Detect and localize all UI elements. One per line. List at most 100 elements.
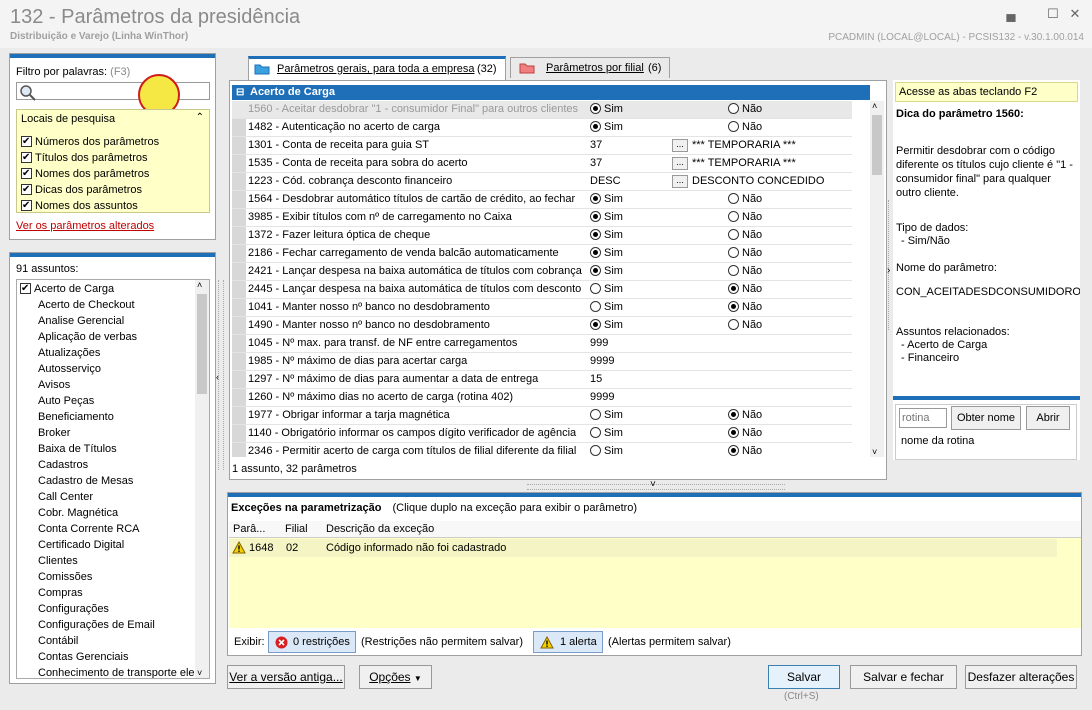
subject-item[interactable]: Autosserviço <box>17 361 195 377</box>
subject-item[interactable]: Compras <box>17 585 195 601</box>
param-row[interactable]: 1223 - Cód. cobrança desconto financeiro… <box>232 173 852 191</box>
radio-sim[interactable]: Sim <box>590 209 670 226</box>
splitter-down-icon[interactable]: ˅ <box>650 479 656 490</box>
close-icon[interactable]: ✕ <box>1066 6 1084 22</box>
subject-item[interactable]: Configurações <box>17 601 195 617</box>
param-row[interactable]: 2186 - Fechar carregamento de venda balc… <box>232 245 852 263</box>
location-option[interactable]: Dicas dos parâmetros <box>21 182 159 198</box>
subject-item[interactable]: Cadastros <box>17 457 195 473</box>
location-option[interactable]: Títulos dos parâmetros <box>21 150 159 166</box>
radio-sim[interactable]: Sim <box>590 407 670 424</box>
collapse-group-icon[interactable]: ⊟ <box>236 85 244 100</box>
subjects-scrollbar[interactable]: ˄ ˅ <box>195 280 209 678</box>
param-row[interactable]: 1297 - Nº máximo de dias para aumentar a… <box>232 371 852 389</box>
param-value[interactable]: 37 <box>590 155 670 172</box>
param-value[interactable]: DESC <box>590 173 670 190</box>
radio-nao[interactable]: Não <box>728 227 848 244</box>
subject-item[interactable]: Conta Corrente RCA <box>17 521 195 537</box>
subject-item[interactable]: Atualizações <box>17 345 195 361</box>
radio-nao[interactable]: Não <box>728 119 848 136</box>
location-option[interactable]: Nomes dos parâmetros <box>21 166 159 182</box>
changed-params-link[interactable]: Ver os parâmetros alterados <box>16 220 154 232</box>
param-row[interactable]: 1490 - Manter nosso nº banco no desdobra… <box>232 317 852 335</box>
subject-item[interactable]: Baixa de Títulos <box>17 441 195 457</box>
search-input[interactable] <box>16 82 210 101</box>
param-row[interactable]: 1041 - Manter nosso nº banco no desdobra… <box>232 299 852 317</box>
lookup-button[interactable]: ... <box>672 157 688 170</box>
subject-item[interactable]: Conhecimento de transporte ele <box>17 665 195 678</box>
param-value[interactable]: 15 <box>590 371 670 388</box>
radio-sim[interactable]: Sim <box>590 317 670 334</box>
param-row[interactable]: 1372 - Fazer leitura óptica de cheque Sim… <box>232 227 852 245</box>
save-close-button[interactable]: Salvar e fechar <box>850 665 957 689</box>
param-row[interactable]: 1140 - Obrigatório informar os campos dí… <box>232 425 852 443</box>
param-row[interactable]: 1260 - Nº máximo dias no acerto de carga… <box>232 389 852 407</box>
radio-sim[interactable]: Sim <box>590 119 670 136</box>
radio-sim[interactable]: Sim <box>590 191 670 208</box>
subject-item[interactable]: Acerto de Checkout <box>17 297 195 313</box>
tab-general[interactable]: Parâmetros gerais, para toda a empresa (… <box>248 56 506 80</box>
subject-item[interactable]: Beneficiamento <box>17 409 195 425</box>
maximize-icon[interactable]: ☐ <box>1044 6 1062 22</box>
radio-sim[interactable]: Sim <box>590 227 670 244</box>
param-row[interactable]: 3985 - Exibir títulos com nº de carregam… <box>232 209 852 227</box>
subject-item[interactable]: Cadastro de Mesas <box>17 473 195 489</box>
radio-nao[interactable]: Não <box>728 245 848 262</box>
subject-item[interactable]: Avisos <box>17 377 195 393</box>
subject-item[interactable]: Certificado Digital <box>17 537 195 553</box>
radio-nao[interactable]: Não <box>728 443 848 457</box>
radio-nao[interactable]: Não <box>728 191 848 208</box>
radio-sim[interactable]: Sim <box>590 443 670 457</box>
subject-item[interactable]: Cobr. Magnética <box>17 505 195 521</box>
restrictions-toggle[interactable]: 0 restrições <box>268 631 356 653</box>
radio-nao[interactable]: Não <box>728 209 848 226</box>
lookup-button[interactable]: ... <box>672 175 688 188</box>
radio-sim[interactable]: Sim <box>590 263 670 280</box>
param-row[interactable]: 1977 - Obrigar informar a tarja magnétic… <box>232 407 852 425</box>
param-row[interactable]: 1564 - Desdobrar automático títulos de c… <box>232 191 852 209</box>
obter-nome-button[interactable]: Obter nome <box>951 406 1021 430</box>
splitter-arrow-icon[interactable]: ‹ <box>216 372 219 382</box>
subject-item[interactable]: Clientes <box>17 553 195 569</box>
right-splitter-arrow-icon[interactable]: › <box>887 265 890 276</box>
subject-item[interactable]: Analise Gerencial <box>17 313 195 329</box>
radio-nao[interactable]: Não <box>728 425 848 442</box>
subject-checkbox[interactable] <box>20 281 31 297</box>
horizontal-splitter[interactable] <box>527 484 785 490</box>
radio-nao[interactable]: Não <box>728 101 848 118</box>
options-button[interactable]: Opções ▼ <box>359 665 432 689</box>
minimize-icon[interactable]: ▄ <box>1002 6 1020 22</box>
radio-nao[interactable]: Não <box>728 281 848 298</box>
subject-item[interactable]: Comissões <box>17 569 195 585</box>
subject-item[interactable]: Acerto de Carga <box>17 281 195 297</box>
param-row[interactable]: 1560 - Aceitar desdobrar "1 - consumidor… <box>232 101 852 119</box>
param-row[interactable]: 1985 - Nº máximo de dias para acertar ca… <box>232 353 852 371</box>
param-row[interactable]: 1045 - Nº max. para transf. de NF entre … <box>232 335 852 353</box>
tab-per-branch[interactable]: Parâmetros por filial (6) <box>510 57 670 78</box>
radio-sim[interactable]: Sim <box>590 281 670 298</box>
subject-item[interactable]: Broker <box>17 425 195 441</box>
param-value[interactable]: 9999 <box>590 389 670 406</box>
param-row[interactable]: 1482 - Autenticação no acerto de carga Si… <box>232 119 852 137</box>
old-version-button[interactable]: Ver a versão antiga... <box>227 665 345 689</box>
abrir-button[interactable]: Abrir <box>1026 406 1070 430</box>
rotina-input[interactable] <box>899 408 947 428</box>
subject-item[interactable]: Contas Gerenciais <box>17 649 195 665</box>
location-option[interactable]: Nomes dos assuntos <box>21 198 159 214</box>
radio-nao[interactable]: Não <box>728 299 848 316</box>
save-button[interactable]: Salvar <box>768 665 840 689</box>
radio-sim[interactable]: Sim <box>590 299 670 316</box>
param-value[interactable]: 999 <box>590 335 670 352</box>
subject-item[interactable]: Aplicação de verbas <box>17 329 195 345</box>
subject-item[interactable]: Auto Peças <box>17 393 195 409</box>
undo-changes-button[interactable]: Desfazer alterações <box>965 665 1077 689</box>
alerts-toggle[interactable]: 1 alerta <box>533 631 603 653</box>
location-option[interactable]: Números dos parâmetros <box>21 134 159 150</box>
radio-sim[interactable]: Sim <box>590 245 670 262</box>
radio-nao[interactable]: Não <box>728 263 848 280</box>
param-value[interactable]: 9999 <box>590 353 670 370</box>
collapse-icon[interactable]: ⌃ <box>196 112 204 123</box>
param-row[interactable]: 1301 - Conta de receita para guia ST 37..… <box>232 137 852 155</box>
param-row[interactable]: 2346 - Permitir acerto de carga com títu… <box>232 443 852 457</box>
radio-sim[interactable]: Sim <box>590 101 670 118</box>
